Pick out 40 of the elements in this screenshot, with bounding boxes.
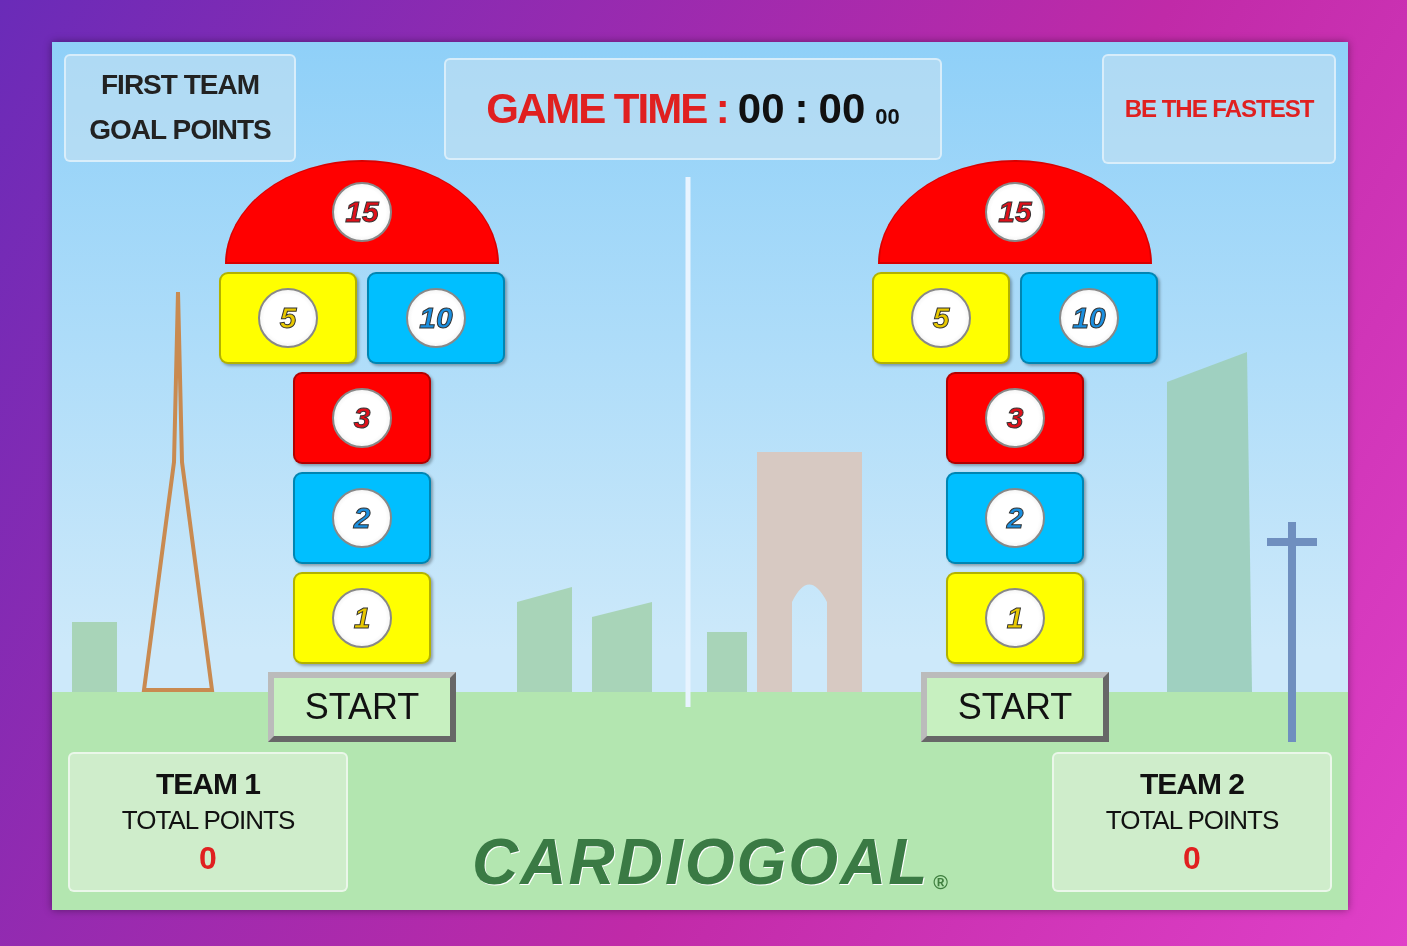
- hopscotch-tile[interactable]: 10: [1020, 272, 1158, 364]
- goal-points-label: FIRST TEAM: [101, 68, 259, 103]
- hopscotch-dome[interactable]: 15: [878, 160, 1152, 264]
- points-value: 1: [332, 588, 392, 648]
- time-separator: :: [794, 88, 809, 130]
- points-value: 15: [332, 182, 392, 242]
- hundredths-value: 00: [875, 106, 900, 128]
- slogan-text: BE THE FASTEST: [1124, 95, 1314, 123]
- seconds-value: 00: [818, 88, 866, 130]
- hopscotch-tile[interactable]: 2: [946, 472, 1084, 564]
- house-drawing: [707, 632, 747, 692]
- points-value: 10: [1059, 288, 1119, 348]
- game-time-label: GAME TIME :: [486, 88, 728, 130]
- hopscotch-tile[interactable]: 3: [293, 372, 431, 464]
- points-value: 15: [985, 182, 1045, 242]
- total-points-label: TOTAL POINTS: [121, 805, 295, 836]
- logo-text: CARDIOGOAL: [472, 830, 930, 894]
- hopscotch-tile[interactable]: 2: [293, 472, 431, 564]
- start-button[interactable]: START: [268, 672, 456, 742]
- house-drawing: [72, 622, 117, 692]
- points-value: 5: [911, 288, 971, 348]
- points-value: 2: [332, 488, 392, 548]
- hopscotch-dome[interactable]: 15: [225, 160, 499, 264]
- points-value: 10: [406, 288, 466, 348]
- points-value: 2: [985, 488, 1045, 548]
- team-name: TEAM 2: [1140, 767, 1244, 801]
- points-value: 3: [985, 388, 1045, 448]
- points-total: 0: [1183, 840, 1201, 877]
- goal-points-label: GOAL POINTS: [89, 113, 271, 147]
- hopscotch-tile[interactable]: 10: [367, 272, 505, 364]
- start-button[interactable]: START: [921, 672, 1109, 742]
- minutes-value: 00: [737, 88, 785, 130]
- points-value: 3: [332, 388, 392, 448]
- points-value: 5: [258, 288, 318, 348]
- registered-mark: ®: [933, 871, 949, 894]
- team-name: TEAM 1: [156, 767, 260, 801]
- points-value: 1: [985, 588, 1045, 648]
- hopscotch-tile[interactable]: 3: [946, 372, 1084, 464]
- total-points-label: TOTAL POINTS: [1105, 805, 1279, 836]
- points-total: 0: [199, 840, 217, 877]
